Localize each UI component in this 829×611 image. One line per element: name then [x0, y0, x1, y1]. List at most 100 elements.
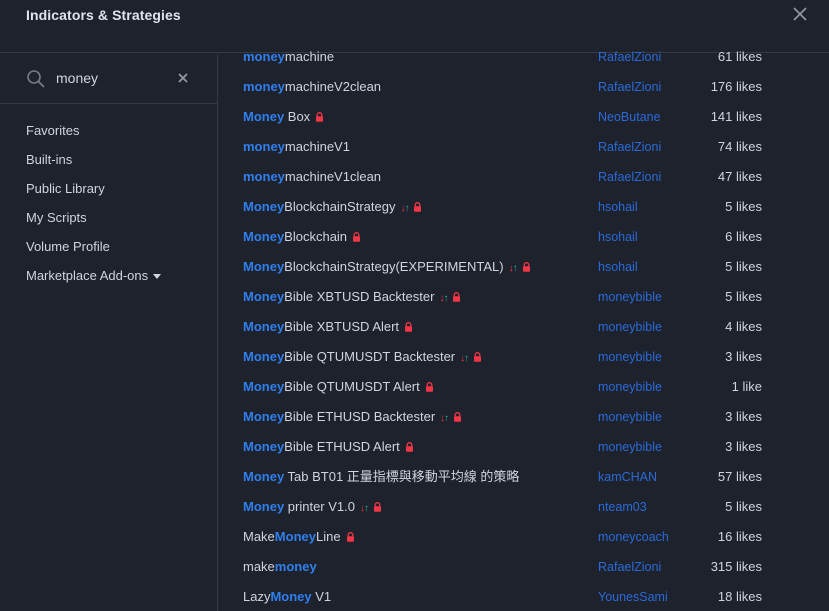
result-row[interactable]: MoneyBible XBTUSD Backtester ↓↑ moneybible…	[218, 282, 829, 312]
result-row[interactable]: MoneyBible QTUMUSDT Alert moneybible 1 lik…	[218, 372, 829, 402]
nav-item-marketplace-add-ons[interactable]: Marketplace Add-ons	[0, 261, 217, 290]
author-link[interactable]: NeoButane	[598, 102, 661, 132]
name-match: money	[243, 139, 285, 154]
result-row[interactable]: MoneyBlockchainStrategy(EXPERIMENTAL) ↓↑ h…	[218, 252, 829, 282]
result-row[interactable]: moneymachine RafaelZioni 61 likes	[218, 42, 829, 72]
result-row[interactable]: MoneyBible ETHUSD Alert moneybible 3 likes	[218, 432, 829, 462]
nav-item-favorites[interactable]: Favorites	[0, 116, 217, 145]
author-link[interactable]: hsohail	[598, 222, 638, 252]
author-link[interactable]: moneybible	[598, 402, 662, 432]
result-row[interactable]: moneymachineV2clean RafaelZioni 176 likes	[218, 72, 829, 102]
result-row[interactable]: MoneyBible ETHUSD Backtester ↓↑ moneybible…	[218, 402, 829, 432]
clear-search-icon[interactable]	[177, 72, 189, 84]
author-link[interactable]: moneycoach	[598, 522, 669, 552]
close-icon[interactable]	[791, 5, 809, 23]
script-name[interactable]: MoneyBible QTUMUSDT Alert	[243, 372, 434, 402]
likes-count: 1 like	[731, 379, 762, 394]
author-link[interactable]: RafaelZioni	[598, 552, 661, 582]
nav-item-label: Volume Profile	[26, 239, 110, 254]
script-name[interactable]: moneymachine	[243, 42, 334, 72]
script-name[interactable]: Money Box	[243, 102, 324, 132]
author-link[interactable]: moneybible	[598, 342, 662, 372]
script-name[interactable]: moneymachineV1clean	[243, 162, 381, 192]
name-rest: Bible QTUMUSDT Backtester	[284, 349, 456, 364]
name-match: Money	[274, 529, 316, 544]
author-link[interactable]: hsohail	[598, 192, 638, 222]
result-row[interactable]: makemoney RafaelZioni 315 likes	[218, 552, 829, 582]
long-short-arrows-icon: ↓↑	[508, 263, 518, 274]
likes-count: 176 likes	[710, 79, 762, 94]
author-link[interactable]: YounesSami	[598, 582, 668, 611]
author-link[interactable]: hsohail	[598, 252, 638, 282]
author-link[interactable]: RafaelZioni	[598, 132, 661, 162]
script-name[interactable]: MoneyBible XBTUSD Backtester ↓↑	[243, 282, 461, 314]
author-link[interactable]: moneybible	[598, 432, 662, 462]
sidebar: Favorites Built-ins Public Library My Sc…	[0, 54, 218, 611]
name-match: Money	[243, 109, 285, 124]
script-name[interactable]: MakeMoneyLine	[243, 522, 355, 552]
result-row[interactable]: Money Box NeoButane 141 likes	[218, 102, 829, 132]
author-link[interactable]: moneybible	[598, 372, 662, 402]
result-row[interactable]: MoneyBlockchain hsohail 6 likes	[218, 222, 829, 252]
nav-item-my-scripts[interactable]: My Scripts	[0, 203, 217, 232]
likes-count: 315 likes	[710, 559, 762, 574]
nav-item-public-library[interactable]: Public Library	[0, 174, 217, 203]
result-row[interactable]: Money Tab BT01 正量指標與移動平均線 的策略 kamCHAN 57 l…	[218, 462, 829, 492]
result-row[interactable]: Money printer V1.0 ↓↑ nteam03 5 likes	[218, 492, 829, 522]
script-name[interactable]: MoneyBible QTUMUSDT Backtester ↓↑	[243, 342, 482, 374]
script-name[interactable]: moneymachineV2clean	[243, 72, 381, 102]
search-bar	[0, 54, 217, 104]
author-link[interactable]: nteam03	[598, 492, 647, 522]
name-rest: machineV1	[284, 139, 350, 154]
script-name[interactable]: MoneyBlockchain	[243, 222, 361, 252]
likes-count: 4 likes	[725, 319, 762, 334]
name-rest: Tab BT01 正量指標與移動平均線 的策略	[284, 469, 520, 484]
author-link[interactable]: moneybible	[598, 282, 662, 312]
author-link[interactable]: RafaelZioni	[598, 72, 661, 102]
name-rest: V1	[311, 589, 332, 604]
result-row[interactable]: moneymachineV1clean RafaelZioni 47 likes	[218, 162, 829, 192]
result-row[interactable]: MoneyBible QTUMUSDT Backtester ↓↑ moneybib…	[218, 342, 829, 372]
likes-count: 3 likes	[725, 409, 762, 424]
name-prefix: make	[243, 559, 275, 574]
name-rest: Box	[284, 109, 311, 124]
name-rest: Line	[315, 529, 341, 544]
result-row[interactable]: MoneyBlockchainStrategy ↓↑ hsohail 5 likes	[218, 192, 829, 222]
script-name[interactable]: MoneyBible ETHUSD Alert	[243, 432, 414, 462]
nav-item-label: Built-ins	[26, 152, 73, 167]
name-rest: machineV2clean	[284, 79, 382, 94]
script-name[interactable]: Money printer V1.0 ↓↑	[243, 492, 382, 524]
likes-count: 141 likes	[710, 109, 762, 124]
name-prefix: Make	[243, 529, 275, 544]
script-name[interactable]: LazyMoney V1	[243, 582, 331, 611]
name-match: Money	[243, 409, 285, 424]
nav-item-volume-profile[interactable]: Volume Profile	[0, 232, 217, 261]
script-name[interactable]: moneymachineV1	[243, 132, 350, 162]
nav-item-label: Public Library	[26, 181, 105, 196]
result-row[interactable]: LazyMoney V1 YounesSami 18 likes	[218, 582, 829, 611]
result-row[interactable]: moneymachineV1 RafaelZioni 74 likes	[218, 132, 829, 162]
result-row[interactable]: MoneyBible XBTUSD Alert moneybible 4 likes	[218, 312, 829, 342]
script-name[interactable]: Money Tab BT01 正量指標與移動平均線 的策略	[243, 462, 519, 492]
author-link[interactable]: RafaelZioni	[598, 42, 661, 72]
script-name[interactable]: MoneyBible XBTUSD Alert	[243, 312, 413, 342]
long-short-arrows-icon: ↓↑	[360, 503, 369, 514]
result-row[interactable]: MakeMoneyLine moneycoach 16 likes	[218, 522, 829, 552]
search-input[interactable]	[56, 68, 166, 88]
script-name[interactable]: makemoney	[243, 552, 317, 582]
lock-icon	[346, 532, 354, 542]
nav-item-built-ins[interactable]: Built-ins	[0, 145, 217, 174]
lock-icon	[453, 292, 461, 302]
name-match: money	[274, 559, 317, 574]
author-link[interactable]: moneybible	[598, 312, 662, 342]
author-link[interactable]: kamCHAN	[598, 462, 657, 492]
name-match: Money	[243, 229, 285, 244]
author-link[interactable]: RafaelZioni	[598, 162, 661, 192]
script-name[interactable]: MoneyBible ETHUSD Backtester ↓↑	[243, 402, 462, 434]
name-rest: Bible ETHUSD Alert	[284, 439, 400, 454]
script-name[interactable]: MoneyBlockchainStrategy ↓↑	[243, 192, 422, 224]
results-list: moneymachine RafaelZioni 61 likes moneymach…	[218, 42, 829, 611]
lock-icon	[374, 502, 381, 512]
script-name[interactable]: MoneyBlockchainStrategy(EXPERIMENTAL) ↓↑	[243, 252, 531, 284]
long-short-arrows-icon: ↓↑	[440, 413, 449, 424]
